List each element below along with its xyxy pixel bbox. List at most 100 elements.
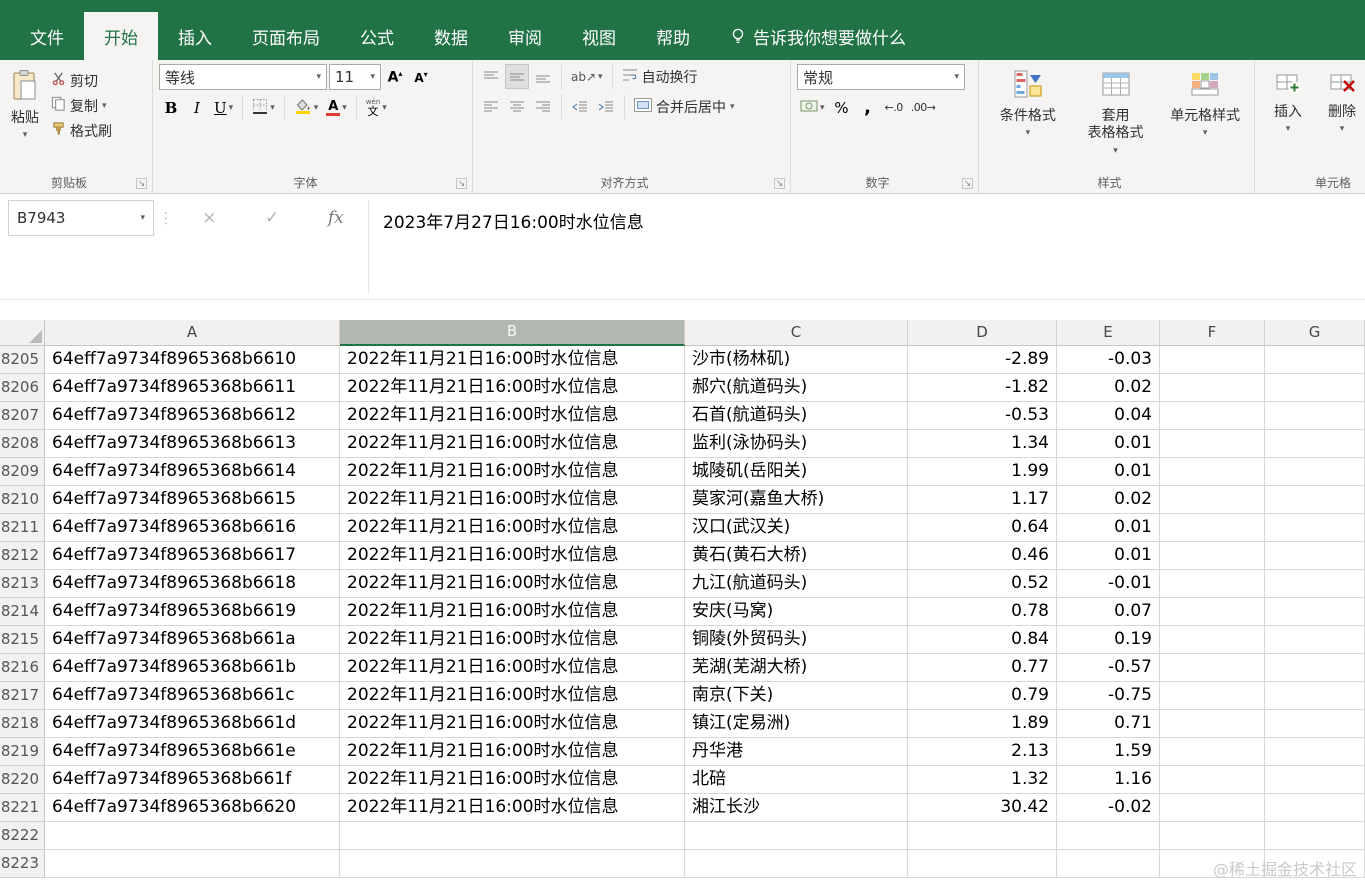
cell-G8221[interactable] bbox=[1265, 794, 1365, 822]
cell-B8205[interactable]: 2022年11月21日16:00时水位信息 bbox=[340, 346, 685, 374]
cell-C8213[interactable]: 九江(航道码头) bbox=[685, 570, 908, 598]
row-header-8219[interactable]: 8219 bbox=[0, 738, 45, 766]
cell-B8207[interactable]: 2022年11月21日16:00时水位信息 bbox=[340, 402, 685, 430]
wrap-text-button[interactable]: 自动换行 bbox=[619, 64, 701, 89]
cell-G8219[interactable] bbox=[1265, 738, 1365, 766]
cell-D8209[interactable]: 1.99 bbox=[908, 458, 1057, 486]
cell-F8215[interactable] bbox=[1160, 626, 1265, 654]
cell-C8212[interactable]: 黄石(黄石大桥) bbox=[685, 542, 908, 570]
font-size-select[interactable]: 11 ▾ bbox=[329, 64, 381, 90]
cell-C8217[interactable]: 南京(下关) bbox=[685, 682, 908, 710]
cell-G8220[interactable] bbox=[1265, 766, 1365, 794]
row-header-8212[interactable]: 8212 bbox=[0, 542, 45, 570]
format-painter-button[interactable]: 格式刷 bbox=[48, 118, 115, 143]
cell-B8212[interactable]: 2022年11月21日16:00时水位信息 bbox=[340, 542, 685, 570]
cell-E8205[interactable]: -0.03 bbox=[1057, 346, 1160, 374]
row-header-8221[interactable]: 8221 bbox=[0, 794, 45, 822]
delete-cells-button[interactable]: 删除 ▾ bbox=[1315, 64, 1365, 135]
row-header-8215[interactable]: 8215 bbox=[0, 626, 45, 654]
cell-A8208[interactable]: 64eff7a9734f8965368b6613 bbox=[45, 430, 340, 458]
cell-E8215[interactable]: 0.19 bbox=[1057, 626, 1160, 654]
cell-C8220[interactable]: 北碚 bbox=[685, 766, 908, 794]
bold-button[interactable]: B bbox=[159, 95, 183, 120]
cell-C8211[interactable]: 汉口(武汉关) bbox=[685, 514, 908, 542]
copy-button[interactable]: 复制 ▾ bbox=[48, 93, 115, 118]
cell-F8222[interactable] bbox=[1160, 822, 1265, 850]
column-header-C[interactable]: C bbox=[685, 320, 908, 346]
tab-review[interactable]: 审阅 bbox=[488, 12, 562, 60]
cell-B8222[interactable] bbox=[340, 822, 685, 850]
dialog-launcher-icon[interactable]: ↘ bbox=[456, 178, 467, 189]
tab-page-layout[interactable]: 页面布局 bbox=[232, 12, 340, 60]
cell-C8222[interactable] bbox=[685, 822, 908, 850]
cell-G8211[interactable] bbox=[1265, 514, 1365, 542]
row-header-8210[interactable]: 8210 bbox=[0, 486, 45, 514]
cell-D8214[interactable]: 0.78 bbox=[908, 598, 1057, 626]
comma-style-button[interactable]: , bbox=[856, 95, 880, 120]
row-header-8209[interactable]: 8209 bbox=[0, 458, 45, 486]
bottom-align-button[interactable] bbox=[531, 64, 555, 89]
name-box[interactable]: B7943 ▾ bbox=[8, 200, 154, 236]
cell-A8217[interactable]: 64eff7a9734f8965368b661c bbox=[45, 682, 340, 710]
cell-G8214[interactable] bbox=[1265, 598, 1365, 626]
cell-F8220[interactable] bbox=[1160, 766, 1265, 794]
cell-E8212[interactable]: 0.01 bbox=[1057, 542, 1160, 570]
cell-B8208[interactable]: 2022年11月21日16:00时水位信息 bbox=[340, 430, 685, 458]
align-center-button[interactable] bbox=[505, 94, 529, 119]
cell-D8221[interactable]: 30.42 bbox=[908, 794, 1057, 822]
cell-F8216[interactable] bbox=[1160, 654, 1265, 682]
dialog-launcher-icon[interactable]: ↘ bbox=[774, 178, 785, 189]
cell-A8207[interactable]: 64eff7a9734f8965368b6612 bbox=[45, 402, 340, 430]
cell-A8220[interactable]: 64eff7a9734f8965368b661f bbox=[45, 766, 340, 794]
tab-data[interactable]: 数据 bbox=[414, 12, 488, 60]
cell-A8218[interactable]: 64eff7a9734f8965368b661d bbox=[45, 710, 340, 738]
paste-button[interactable]: 粘贴 ▾ bbox=[6, 64, 44, 143]
row-header-8216[interactable]: 8216 bbox=[0, 654, 45, 682]
cell-C8208[interactable]: 监利(泳协码头) bbox=[685, 430, 908, 458]
cell-E8206[interactable]: 0.02 bbox=[1057, 374, 1160, 402]
cell-A8213[interactable]: 64eff7a9734f8965368b6618 bbox=[45, 570, 340, 598]
cell-A8212[interactable]: 64eff7a9734f8965368b6617 bbox=[45, 542, 340, 570]
cell-F8214[interactable] bbox=[1160, 598, 1265, 626]
cell-B8217[interactable]: 2022年11月21日16:00时水位信息 bbox=[340, 682, 685, 710]
cell-G8213[interactable] bbox=[1265, 570, 1365, 598]
row-header-8222[interactable]: 8222 bbox=[0, 822, 45, 850]
row-header-8218[interactable]: 8218 bbox=[0, 710, 45, 738]
percent-style-button[interactable]: % bbox=[830, 95, 854, 120]
cell-D8218[interactable]: 1.89 bbox=[908, 710, 1057, 738]
top-align-button[interactable] bbox=[479, 64, 503, 89]
cell-D8212[interactable]: 0.46 bbox=[908, 542, 1057, 570]
font-name-select[interactable]: 等线 ▾ bbox=[159, 64, 327, 90]
dialog-launcher-icon[interactable]: ↘ bbox=[136, 178, 147, 189]
column-header-B[interactable]: B bbox=[340, 320, 685, 346]
row-header-8205[interactable]: 8205 bbox=[0, 346, 45, 374]
cell-F8211[interactable] bbox=[1160, 514, 1265, 542]
tab-help[interactable]: 帮助 bbox=[636, 12, 710, 60]
tab-file[interactable]: 文件 bbox=[10, 12, 84, 60]
tab-formulas[interactable]: 公式 bbox=[340, 12, 414, 60]
row-header-8220[interactable]: 8220 bbox=[0, 766, 45, 794]
cell-G8222[interactable] bbox=[1265, 822, 1365, 850]
cell-styles-button[interactable]: 单元格样式 ▾ bbox=[1160, 64, 1250, 157]
column-header-E[interactable]: E bbox=[1057, 320, 1160, 346]
cell-E8214[interactable]: 0.07 bbox=[1057, 598, 1160, 626]
cell-A8210[interactable]: 64eff7a9734f8965368b6615 bbox=[45, 486, 340, 514]
cell-G8215[interactable] bbox=[1265, 626, 1365, 654]
cell-D8219[interactable]: 2.13 bbox=[908, 738, 1057, 766]
decrease-indent-button[interactable] bbox=[568, 94, 592, 119]
cell-C8219[interactable]: 丹华港 bbox=[685, 738, 908, 766]
decrease-font-size-button[interactable]: A▾ bbox=[409, 65, 433, 90]
orientation-button[interactable]: ab↗ ▾ bbox=[568, 64, 606, 89]
cell-B8215[interactable]: 2022年11月21日16:00时水位信息 bbox=[340, 626, 685, 654]
cell-C8210[interactable]: 莫家河(嘉鱼大桥) bbox=[685, 486, 908, 514]
cell-C8214[interactable]: 安庆(马窝) bbox=[685, 598, 908, 626]
column-header-F[interactable]: F bbox=[1160, 320, 1265, 346]
cell-B8221[interactable]: 2022年11月21日16:00时水位信息 bbox=[340, 794, 685, 822]
format-as-table-button[interactable]: 套用 表格格式 ▾ bbox=[1071, 64, 1161, 157]
font-color-button[interactable]: A ▾ bbox=[323, 95, 350, 120]
cell-D8208[interactable]: 1.34 bbox=[908, 430, 1057, 458]
cell-E8223[interactable] bbox=[1057, 850, 1160, 878]
cell-D8220[interactable]: 1.32 bbox=[908, 766, 1057, 794]
cell-B8223[interactable] bbox=[340, 850, 685, 878]
cell-E8211[interactable]: 0.01 bbox=[1057, 514, 1160, 542]
